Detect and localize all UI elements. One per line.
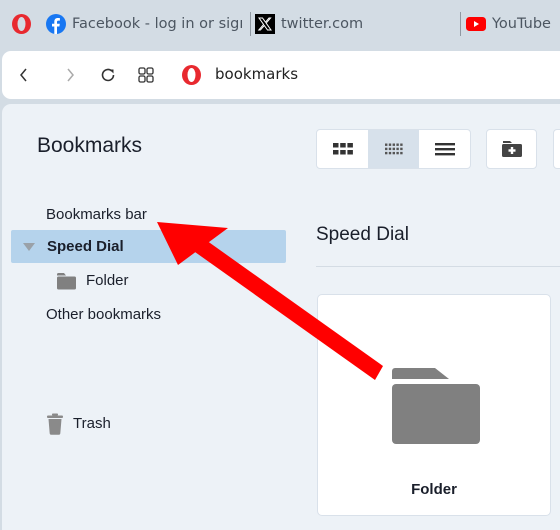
tab-divider (460, 12, 461, 36)
list-icon (434, 143, 455, 156)
grid-icon (138, 67, 154, 83)
opera-menu-button[interactable] (11, 13, 32, 35)
caret-down-icon[interactable] (23, 242, 35, 251)
address-bar: bookmarks (2, 51, 560, 99)
sidebar-item-folder[interactable]: Folder (56, 264, 129, 297)
reload-button[interactable] (96, 63, 120, 87)
tab-facebook[interactable]: Facebook - log in or sign up (46, 10, 242, 38)
large-grid-icon (332, 143, 353, 155)
grid-dot (399, 143, 403, 146)
grid-dot (395, 143, 399, 146)
grid-dot (388, 151, 391, 155)
card-label: Folder (411, 481, 457, 498)
view-mode-toggle (316, 129, 471, 169)
tab-title: twitter.com (281, 16, 364, 32)
bookmarks-page: Bookmarks Bookmarks bar Speed Dial Folde… (2, 104, 560, 530)
small-grid-view-button[interactable] (368, 130, 419, 168)
toolbar-button[interactable] (553, 129, 560, 169)
chevron-left-icon (20, 68, 27, 82)
youtube-icon (466, 14, 486, 34)
sidebar-item-label: Trash (73, 415, 111, 432)
tab-youtube[interactable]: YouTube (466, 10, 560, 38)
sidebar-item-label: Bookmarks bar (46, 206, 147, 223)
sidebar-item-other-bookmarks[interactable]: Other bookmarks (46, 298, 161, 331)
folder-icon (57, 272, 76, 289)
tab-overview-button[interactable] (134, 63, 158, 87)
grid-dot (388, 143, 391, 146)
sidebar-item-trash[interactable]: Trash (46, 407, 111, 440)
folder-plus-icon (501, 141, 522, 157)
speed-dial-folder-card[interactable]: Folder (317, 294, 551, 516)
sidebar-item-label: Other bookmarks (46, 306, 162, 323)
tab-title: Facebook - log in or sign up (72, 16, 242, 32)
small-grid-icon (384, 143, 403, 155)
forward-button[interactable] (58, 63, 82, 87)
divider (316, 266, 560, 267)
sidebar-item-label: Speed Dial (47, 238, 124, 255)
facebook-icon (46, 14, 66, 34)
back-button[interactable] (12, 63, 36, 87)
tab-divider (250, 12, 251, 36)
trash-icon (47, 413, 63, 435)
grid-dot (388, 147, 391, 151)
grid-dot (399, 147, 403, 151)
folder-icon (392, 368, 480, 444)
page-title: Bookmarks (37, 134, 143, 157)
url-field[interactable]: bookmarks (215, 65, 298, 83)
sidebar-item-label: Folder (86, 272, 129, 289)
reload-icon (101, 68, 115, 82)
opera-logo-icon (12, 14, 31, 34)
list-view-button[interactable] (419, 130, 470, 168)
grid-dot (395, 151, 399, 155)
tab-strip: Facebook - log in or sign up twitter.com… (0, 0, 560, 48)
tab-title: YouTube (492, 16, 551, 32)
opera-logo-icon (179, 63, 203, 87)
large-grid-view-button[interactable] (317, 130, 368, 168)
grid-dot (384, 151, 387, 155)
sidebar-item-speed-dial[interactable]: Speed Dial (11, 230, 286, 263)
grid-dot (384, 143, 387, 146)
new-folder-button[interactable] (486, 129, 537, 169)
grid-dot (395, 147, 399, 151)
grid-dot (384, 147, 387, 151)
chevron-right-icon (67, 68, 74, 82)
section-title: Speed Dial (316, 224, 409, 245)
grid-dot (392, 151, 395, 155)
sidebar-item-bookmarks-bar[interactable]: Bookmarks bar (46, 198, 147, 231)
tab-twitter[interactable]: twitter.com (255, 10, 455, 38)
grid-dot (399, 151, 403, 155)
grid-dot (392, 147, 395, 151)
x-twitter-icon (255, 14, 275, 34)
grid-dot (392, 143, 395, 146)
